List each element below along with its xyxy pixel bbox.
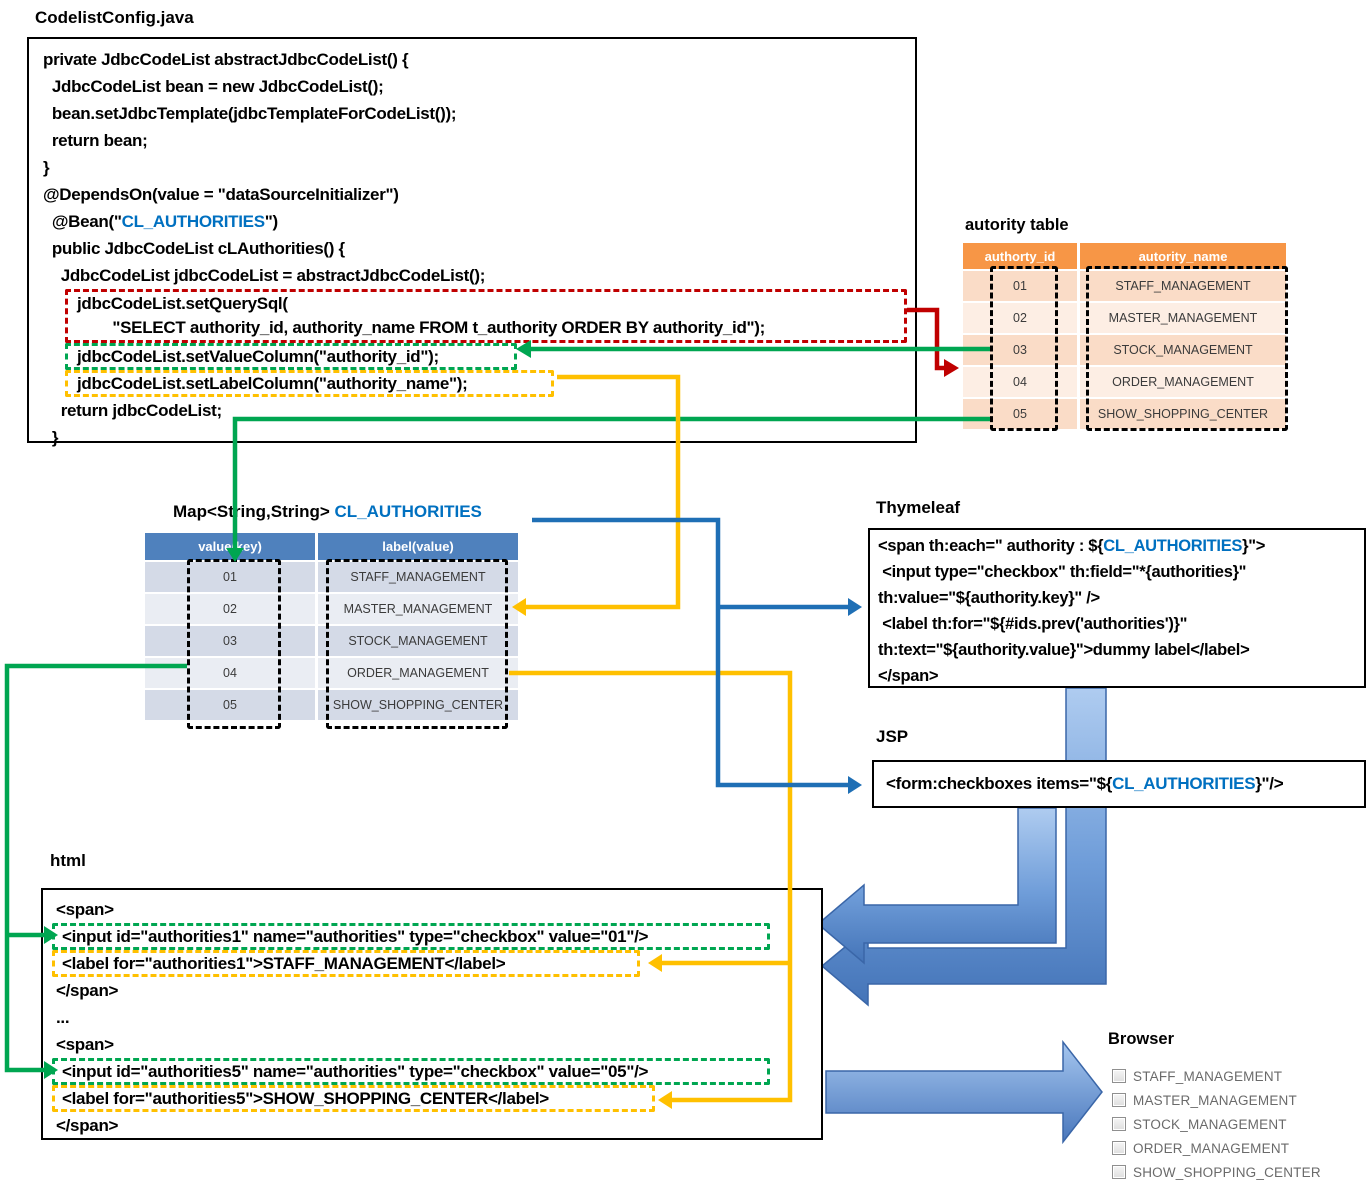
label1-highlight-box: <label for="authorities1">STAFF_MANAGEME… [52,950,640,977]
input1-row: <input id="authorities1" name="authoriti… [56,923,821,950]
input1-highlight-box: <input id="authorities1" name="authoriti… [52,923,770,950]
code-line: return bean; [43,127,915,154]
map-value-column-highlight [326,559,508,729]
html-line: </span> [56,977,821,1004]
label5-highlight-box: <label for="authorities5">SHOW_SHOPPING_… [52,1085,655,1112]
checkbox-icon[interactable] [1112,1069,1126,1083]
thymeleaf-title: Thymeleaf [876,498,960,518]
bean-name: CL_AUTHORITIES [122,212,265,231]
map-key-column-highlight [187,559,281,729]
html-line: <input id="authorities1" name="authoriti… [62,926,760,947]
map-title-bean-name: CL_AUTHORITIES [335,502,482,521]
code-line: jdbcCodeList.setQuerySql( [77,292,895,316]
jsp-to-html-arrow [818,808,1056,963]
authority-table-title: autority table [965,216,1069,235]
checkbox-label[interactable]: ORDER_MANAGEMENT [1133,1141,1289,1156]
checkbox-label[interactable]: STAFF_MANAGEMENT [1133,1069,1282,1084]
list-item: SHOW_SHOPPING_CENTER [1112,1160,1321,1184]
bean-to-views-connector [532,520,862,794]
code-line: } [43,154,915,181]
html-line: </span> [56,1112,821,1139]
html-line: <span> [56,1031,821,1058]
html-line: <span> [56,896,821,923]
label5-row: <label for="authorities5">SHOW_SHOPPING_… [56,1085,821,1112]
list-item: MASTER_MANAGEMENT [1112,1088,1321,1112]
col-header-value-key: value(key) [145,533,315,560]
col-header-label-value: label(value) [318,533,518,560]
value-column-row: jdbcCodeList.setValueColumn("authority_i… [43,343,915,370]
checkbox-label[interactable]: STOCK_MANAGEMENT [1133,1117,1287,1132]
checkbox-icon[interactable] [1112,1165,1126,1179]
html-box: <span> <input id="authorities1" name="au… [41,888,823,1140]
code-line: private JdbcCodeList abstractJdbcCodeLis… [43,46,915,73]
label1-row: <label for="authorities1">STAFF_MANAGEME… [56,950,821,977]
jsp-line: <form:checkboxes items="${CL_AUTHORITIES… [874,762,1364,806]
table-header-row: value(key) label(value) [145,533,518,560]
html-line: ... [56,1004,821,1031]
list-item: STOCK_MANAGEMENT [1112,1112,1321,1136]
list-item: STAFF_MANAGEMENT [1112,1064,1321,1088]
thymeleaf-line: <label th:for="${#ids.prev('authorities'… [878,611,1364,637]
codelistconfig-box: private JdbcCodeList abstractJdbcCodeLis… [27,37,917,443]
checkbox-label[interactable]: MASTER_MANAGEMENT [1133,1093,1297,1108]
map-title: Map<String,String> CL_AUTHORITIES [173,502,482,522]
jsp-title: JSP [876,727,908,747]
checkbox-icon[interactable] [1112,1093,1126,1107]
thymeleaf-line: <span th:each=" authority : ${CL_AUTHORI… [878,533,1364,559]
codelistconfig-title: CodelistConfig.java [35,8,194,28]
label-column-highlight-box: jdbcCodeList.setLabelColumn("authority_n… [65,370,554,397]
code-line-bean: @Bean("CL_AUTHORITIES") [43,208,915,235]
bean-ref: CL_AUTHORITIES [1112,774,1255,793]
code-line: JdbcCodeList bean = new JdbcCodeList(); [43,73,915,100]
thymeleaf-line: </span> [878,663,1364,689]
code-line: return jdbcCodeList; [43,397,915,424]
input5-highlight-box: <input id="authorities5" name="authoriti… [52,1058,770,1085]
thymeleaf-line: th:value="${authority.key}" /> [878,585,1364,611]
authority-name-column-highlight [1086,266,1288,431]
code-line: } [43,424,915,451]
thymeleaf-line: th:text="${authority.value}">dummy label… [878,637,1364,663]
code-line: @DependsOn(value = "dataSourceInitialize… [43,181,915,208]
code-line: jdbcCodeList.setValueColumn("authority_i… [77,346,505,367]
code-line: bean.setJdbcTemplate(jdbcTemplateForCode… [43,100,915,127]
query-sql-row: jdbcCodeList.setQuerySql( "SELECT author… [43,289,915,343]
html-line: <label for="authorities1">STAFF_MANAGEME… [62,953,630,974]
html-line: <label for="authorities5">SHOW_SHOPPING_… [62,1088,645,1109]
code-line: JdbcCodeList jdbcCodeList = abstractJdbc… [43,262,915,289]
query-sql-highlight-box: jdbcCodeList.setQuerySql( "SELECT author… [65,289,907,343]
thymeleaf-box: <span th:each=" authority : ${CL_AUTHORI… [868,528,1366,688]
browser-checkbox-list: STAFF_MANAGEMENT MASTER_MANAGEMENT STOCK… [1112,1064,1321,1184]
diagram-canvas: CodelistConfig.java private JdbcCodeList… [0,0,1367,1193]
html-title: html [50,851,86,871]
thymeleaf-line: <input type="checkbox" th:field="*{autho… [878,559,1364,585]
code-line: "SELECT authority_id, authority_name FRO… [77,316,895,340]
jsp-box: <form:checkboxes items="${CL_AUTHORITIES… [872,760,1366,808]
authority-id-column-highlight [990,266,1058,431]
list-item: ORDER_MANAGEMENT [1112,1136,1321,1160]
checkbox-icon[interactable] [1112,1141,1126,1155]
code-line: jdbcCodeList.setLabelColumn("authority_n… [77,373,542,394]
html-to-browser-arrow [826,1042,1102,1142]
value-column-highlight-box: jdbcCodeList.setValueColumn("authority_i… [65,343,517,370]
browser-title: Browser [1108,1030,1174,1049]
label-column-row: jdbcCodeList.setLabelColumn("authority_n… [43,370,915,397]
checkbox-icon[interactable] [1112,1117,1126,1131]
html-line: <input id="authorities5" name="authoriti… [62,1061,760,1082]
map-title-type: Map<String,String> [173,502,335,521]
checkbox-label[interactable]: SHOW_SHOPPING_CENTER [1133,1165,1321,1180]
thymeleaf-to-html-arrow [822,688,1106,1005]
code-line: public JdbcCodeList cLAuthorities() { [43,235,915,262]
bean-ref: CL_AUTHORITIES [1103,537,1242,555]
input5-row: <input id="authorities5" name="authoriti… [56,1058,821,1085]
